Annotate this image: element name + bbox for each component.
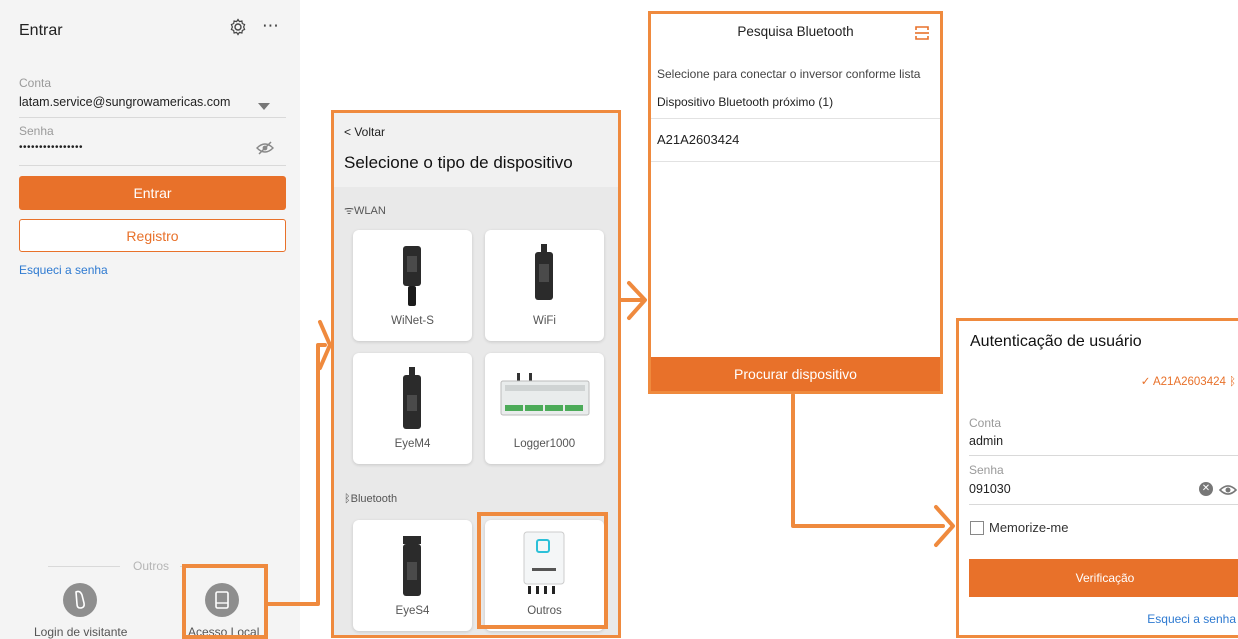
flow-arrow-3 (791, 393, 945, 528)
flow-arrow-1 (266, 343, 327, 606)
flow-arrows (266, 281, 955, 606)
